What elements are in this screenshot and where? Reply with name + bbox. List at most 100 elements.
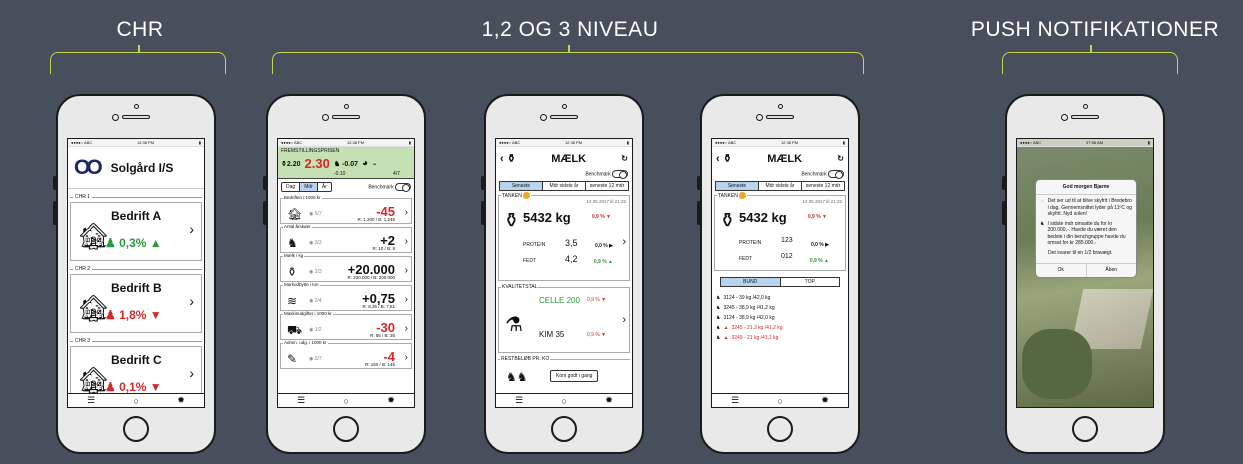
status-bar: ●●●●○ ABC 12:38 PM ▮ — [278, 139, 414, 147]
benchmark-toggle[interactable] — [395, 183, 411, 192]
chevron-right-icon: › — [404, 265, 408, 276]
benchmark-toggle[interactable] — [828, 170, 844, 179]
pencil-icon: ✎ — [287, 352, 298, 366]
chevron-right-icon: › — [404, 352, 408, 363]
list-item[interactable]: ♞ 3245 - 38,9 kg /41,2 kg — [716, 305, 844, 311]
kpi-item[interactable]: Bedriften i 1000 kr 🏚 ◉ 6/7 -45 R: 1.200 / B… — [280, 195, 412, 224]
screen: ●●●●○ ABC 12:38 PM ▮ OO Solgård I/S CHR 1 … — [67, 138, 205, 408]
chr-card[interactable]: CHR 2 🏚 Bedrift B ♟ 1,8% ▼ › — [70, 266, 202, 333]
chr-card[interactable]: CHR 1 🏚 Bedrift A ♟ 0,3% ▲ › — [70, 194, 202, 261]
refresh-icon[interactable]: ↻ — [837, 154, 844, 163]
tab-12-months[interactable]: seneste 12 mdr — [586, 182, 628, 190]
back-icon[interactable]: ‹ ⚱ — [716, 152, 732, 165]
chr-title: Bedrift B — [111, 281, 162, 295]
cow-icon: ♞ — [716, 315, 721, 321]
gear-icon[interactable]: ✹ — [387, 395, 395, 406]
rank-tabs: BUND TOP — [720, 277, 840, 287]
flask-icon: ⚗ — [505, 314, 523, 336]
tab-day[interactable]: Dag — [282, 183, 301, 191]
cow-icon: ♞ — [716, 295, 721, 301]
quality-card[interactable]: KVALITETSTAL CELLE 200 0,9 % ▼ ⚗ KIM 35 … — [498, 284, 630, 353]
open-button[interactable]: Åben — [1087, 264, 1137, 276]
gear-icon[interactable]: ✹ — [821, 395, 829, 406]
list-item[interactable]: ♞ 3124 - 39 kg /42,0 kg — [716, 295, 844, 301]
field-icon: ≋ — [287, 294, 298, 308]
home-icon[interactable]: ○ — [344, 396, 349, 406]
tank-card[interactable]: TANKEN 12.06.2017 kl 21:32 ⚱ 5432 kg 0,9… — [714, 192, 846, 271]
home-button[interactable] — [123, 416, 149, 442]
list-icon[interactable]: ☰ — [87, 395, 95, 406]
section-title-chr: CHR — [116, 18, 164, 41]
home-button[interactable] — [551, 416, 577, 442]
kpi-item[interactable]: Mælk i kg ⚱ ◉ 2/3 +20.000 R: 220.000 / B: 20… — [280, 253, 412, 282]
tab-last-year[interactable]: Mdr sidste år — [543, 182, 586, 190]
benchmark-toggle[interactable] — [612, 170, 628, 179]
screen: ●●●●○ ABC 07:58 AM ▮ God morgen Bjarne ☼ De… — [1016, 138, 1154, 408]
tab-bar: ☰ ○ ✹ — [496, 393, 632, 407]
home-icon[interactable]: ○ — [562, 396, 567, 406]
kpi-item[interactable]: Antal årskøer ♞ ◉ 3/3 +2 R: 10 / B: 8 › — [280, 224, 412, 253]
tab-12-months[interactable]: seneste 12 mdr — [802, 182, 844, 190]
tank-card[interactable]: TANKEN 12.06.2017 kl 21:32 ⚱ 5432 kg 0,9… — [498, 192, 630, 281]
tab-latest[interactable]: Seneste — [500, 182, 543, 190]
gear-icon[interactable]: ✹ — [177, 395, 185, 406]
tab-month[interactable]: Mdr — [300, 183, 318, 191]
ok-button[interactable]: Ok — [1036, 264, 1087, 277]
home-button[interactable] — [767, 416, 793, 442]
kpi-item[interactable]: Maskinudgifter i 1000 kr ⛟ ◉ 1/2 -30 R: 65 /… — [280, 311, 412, 340]
kpi-main: 2.30 — [304, 156, 330, 171]
section-bracket — [272, 45, 864, 74]
home-button[interactable] — [333, 416, 359, 442]
phone-push: ●●●●○ ABC 07:58 AM ▮ God morgen Bjarne ☼ De… — [1002, 94, 1165, 454]
period-tabs: Seneste Mdr sidste år seneste 12 mdr — [499, 181, 629, 191]
kpi-item[interactable]: Markudbytte i ton ≋ ◉ 2/4 +0,75 R: 8,36 / B:… — [280, 282, 412, 311]
list-item[interactable]: ♞ ▲ 3249 - 21 kg /41,1 kg — [716, 335, 844, 341]
chr-label: CHR 1 — [73, 194, 93, 200]
milk-can-icon: ⚱ — [719, 210, 736, 232]
tab-top[interactable]: TOP — [781, 278, 840, 286]
chr-value: ♟ 0,1% ▼ — [105, 380, 162, 394]
back-icon[interactable]: ‹ ⚱ — [500, 152, 516, 165]
home-button[interactable] — [1072, 416, 1098, 442]
screen: ●●●●○ ABC 12:38 PM ▮ FREMSTILLINGSPRISEN ⚱… — [277, 138, 415, 408]
milk-can-icon: ⚱ — [503, 210, 520, 232]
cows-icon: ♞♞ — [506, 370, 528, 384]
chr-title: Bedrift C — [111, 353, 162, 367]
dialog-message: Det ser ud til at blive skyfrit i Bredeb… — [1047, 198, 1132, 217]
tab-last-year[interactable]: Mdr sidste år — [759, 182, 802, 190]
refresh-icon[interactable]: ↻ — [621, 154, 628, 163]
chevron-right-icon: › — [404, 207, 408, 218]
chevron-right-icon[interactable]: › — [189, 221, 194, 237]
screen: ●●●●○ ABC 12:38 PM ▮ ‹ ⚱ MÆLK ↻ Benchmark Se… — [711, 138, 849, 408]
home-icon[interactable]: ○ — [134, 396, 139, 406]
chevron-right-icon[interactable]: › — [189, 293, 194, 309]
list-icon[interactable]: ☰ — [731, 395, 739, 406]
tab-year[interactable]: År — [318, 183, 331, 191]
period-tabs: Seneste Mdr sidste år seneste 12 mdr — [715, 181, 845, 191]
cow-icon: ♞ — [716, 325, 721, 331]
status-bar: ●●●●○ ABC 12:38 PM ▮ — [712, 139, 848, 147]
phone-chr: ●●●●○ ABC 12:38 PM ▮ OO Solgård I/S CHR 1 … — [53, 94, 216, 454]
phone-level1: ●●●●○ ABC 12:38 PM ▮ FREMSTILLINGSPRISEN ⚱… — [263, 94, 426, 454]
chevron-right-icon: › — [622, 314, 626, 326]
warning-icon: ▲ — [723, 335, 729, 341]
kpi-item[interactable]: Admin. udg. i 1000 kr ✎ ◉ 5/7 -4 R: 150 / B:… — [280, 340, 412, 369]
tab-latest[interactable]: Seneste — [716, 182, 759, 190]
cow-icon: ♞ — [716, 305, 721, 311]
sun-icon: ☼ — [1040, 198, 1045, 205]
chevron-right-icon[interactable]: › — [189, 365, 194, 381]
home-icon[interactable]: ○ — [778, 396, 783, 406]
status-bar: ●●●●○ ABC 07:58 AM ▮ — [1017, 139, 1153, 147]
kpi-main-sub: -0.10 — [334, 171, 346, 177]
kpi-right: ♞ -0.07 — [333, 160, 359, 168]
kpi-header[interactable]: FREMSTILLINGSPRISEN ⚱2.20 2.30 ♞ -0.07 ◕… — [278, 147, 414, 179]
list-icon[interactable]: ☰ — [515, 395, 523, 406]
gear-icon[interactable]: ✹ — [605, 395, 613, 406]
chevron-down-icon[interactable]: ⌄ — [372, 160, 377, 167]
list-icon[interactable]: ☰ — [297, 395, 305, 406]
get-started-button[interactable]: Kom godt i gang — [550, 370, 599, 382]
list-item[interactable]: ♞ 3124 - 38,9 kg /42,0 kg — [716, 315, 844, 321]
list-item[interactable]: ♞ ▲ 3245 - 21,3 kg /41,2 kg — [716, 325, 844, 331]
chr-value: ♟ 1,8% ▼ — [105, 308, 162, 322]
tab-bottom[interactable]: BUND — [721, 278, 781, 286]
